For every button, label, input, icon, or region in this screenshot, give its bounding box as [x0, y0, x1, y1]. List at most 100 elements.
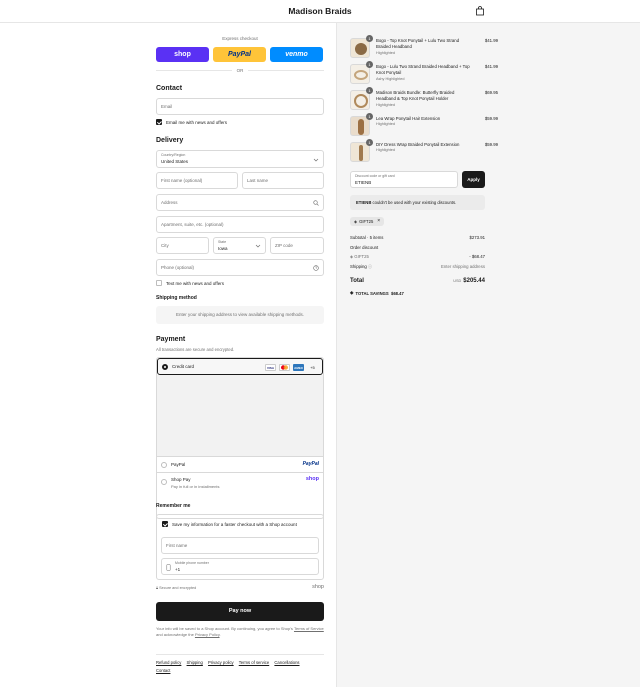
close-icon[interactable]: × [377, 217, 380, 226]
terms-text-2: and acknowledge the [156, 632, 194, 637]
country-value: United States [161, 159, 189, 164]
privacy-policy-link[interactable]: Privacy Policy [195, 632, 220, 637]
terms-of-service-footer-link[interactable]: Terms of service [239, 660, 269, 665]
secure-text: Secure and encrypted [159, 586, 197, 590]
applied-code: GIFT25 [354, 254, 369, 259]
shopping-bag-icon[interactable] [475, 6, 485, 16]
remember-me-title: Remember me [156, 503, 191, 509]
state-select[interactable]: State Iowa [213, 237, 266, 254]
cart-item: 1 Madison Braids Bundle: Butterfly Braid… [350, 87, 498, 112]
shop-pay-option[interactable]: Shop Pay Pay in full or in installments … [157, 473, 323, 497]
shop-wordmark: shop [312, 584, 324, 590]
shipping-label: Shipping [350, 264, 367, 269]
shop-pay-button[interactable]: shop [156, 47, 209, 62]
apartment-field[interactable]: Apartment, suite, etc. (optional) [156, 216, 324, 233]
discount-code-input[interactable]: Discount code or gift card ETIENB [350, 171, 458, 188]
tag-icon: ◈ [350, 290, 354, 295]
chevron-down-icon [255, 244, 261, 248]
country-select[interactable]: Country/Region United States [156, 150, 324, 168]
chevron-down-icon [313, 158, 319, 162]
first-name-field[interactable]: First name (optional) [156, 172, 238, 189]
city-field[interactable]: City [156, 237, 209, 254]
radio-unselected[interactable] [161, 462, 167, 468]
radio-unselected[interactable] [161, 479, 167, 485]
total-row: Total USD $205.44 [350, 278, 485, 284]
discount-code-row: ◈ GIFT25 - $68.47 [350, 254, 485, 259]
checkbox-checked[interactable] [162, 521, 168, 527]
total-label: Total [350, 278, 364, 284]
email-news-checkbox[interactable]: Email me with news and offers [156, 119, 227, 125]
item-variant: Highlighted [376, 122, 395, 126]
item-name: Bogo - Lulu Two Strand Braided Headband … [376, 64, 470, 75]
payment-title: Payment [156, 336, 186, 343]
visa-icon: VISA [265, 364, 276, 371]
discount-chip-label: GIFT25 [359, 219, 374, 224]
checkout-form: Express checkout shop PayPal venmo OR Co… [156, 23, 324, 687]
first-name-placeholder: First name (optional) [161, 178, 203, 183]
quantity-badge: 1 [366, 61, 373, 68]
info-icon[interactable]: ⓘ [368, 264, 372, 269]
address-placeholder: Address [161, 200, 178, 205]
venmo-button[interactable]: venmo [270, 47, 323, 62]
email-field[interactable]: Email [156, 98, 324, 115]
remember-first-name-field[interactable]: First name [161, 537, 319, 554]
contact-link[interactable]: Contact [156, 668, 170, 673]
checkbox-checked[interactable] [156, 119, 162, 125]
zip-field[interactable]: ZIP code [270, 237, 324, 254]
quantity-badge: 1 [366, 87, 373, 94]
total-savings: ◈ TOTAL SAVINGS $68.47 [350, 290, 404, 296]
more-cards-badge: +5 [310, 365, 315, 370]
text-news-label: Text me with news and offers [166, 280, 224, 286]
help-icon[interactable] [313, 265, 319, 271]
phone-placeholder: Phone (optional) [161, 265, 195, 270]
phone-field[interactable]: Phone (optional) [156, 259, 324, 276]
total-value: $205.44 [463, 278, 485, 284]
terms-of-service-link[interactable]: Terms of Service [294, 626, 324, 631]
refund-policy-link[interactable]: Refund policy [156, 660, 181, 665]
item-name: Madison Braids Bundle: Butterfly Braided… [376, 90, 455, 101]
terms-text-3: . [219, 632, 221, 637]
country-label: Country/Region [161, 153, 186, 157]
payment-options: Credit card VISA AMEX +5 PayPal PayPal S… [156, 357, 324, 519]
item-price: $59.99 [484, 116, 498, 121]
paypal-button[interactable]: PayPal [213, 47, 266, 62]
address-field[interactable]: Address [156, 194, 324, 211]
quantity-badge: 1 [366, 139, 373, 146]
shipping-link[interactable]: Shipping [187, 660, 203, 665]
privacy-policy-footer-link[interactable]: Privacy policy [208, 660, 234, 665]
total-savings-text: TOTAL SAVINGS $68.47 [355, 290, 404, 296]
mobile-phone-label: Mobile phone number [175, 561, 209, 565]
save-info-checkbox[interactable]: Save my information for a faster checkou… [162, 521, 297, 527]
tag-icon: ◈ [350, 254, 354, 259]
mobile-phone-value: +1 [175, 567, 181, 572]
item-price: $69.95 [484, 90, 498, 95]
mastercard-icon [279, 364, 290, 371]
currency-code: USD [453, 279, 462, 283]
header: Madison Braids [0, 0, 640, 23]
shipping-method-notice: Enter your shipping address to view avai… [156, 306, 324, 324]
credit-card-option[interactable]: Credit card VISA AMEX +5 [157, 358, 323, 375]
city-placeholder: City [161, 243, 169, 248]
text-news-checkbox[interactable]: Text me with news and offers [156, 280, 224, 286]
item-price: $41.99 [484, 64, 498, 69]
terms-notice: Your info will be saved to a Shop accoun… [156, 626, 324, 638]
checkbox-unchecked[interactable] [156, 280, 162, 286]
delivery-title: Delivery [156, 137, 184, 144]
apply-button[interactable]: Apply [462, 171, 485, 188]
payment-secure-note: All transactions are secure and encrypte… [156, 347, 235, 352]
store-name[interactable]: Madison Braids [0, 6, 640, 16]
pay-now-button[interactable]: Pay now [156, 602, 324, 621]
radio-selected[interactable] [162, 364, 168, 370]
subtotal-label: Subtotal · 5 items [350, 235, 384, 240]
email-news-label: Email me with news and offers [166, 119, 227, 125]
secure-encrypted-note: 🔒︎ Secure and encrypted [156, 586, 196, 590]
zip-placeholder: ZIP code [275, 243, 293, 248]
last-name-field[interactable]: Last name [242, 172, 324, 189]
shop-pay-subtext: Pay in full or in installments [171, 484, 220, 489]
terms-text-1: Your info will be saved to a Shop accoun… [156, 626, 293, 631]
mobile-phone-field[interactable]: Mobile phone number +1 [161, 558, 319, 575]
subtotal-value: $273.91 [469, 235, 485, 240]
cancellations-link[interactable]: Cancellations [274, 660, 299, 665]
last-name-placeholder: Last name [247, 178, 269, 183]
paypal-option[interactable]: PayPal PayPal [157, 457, 323, 473]
